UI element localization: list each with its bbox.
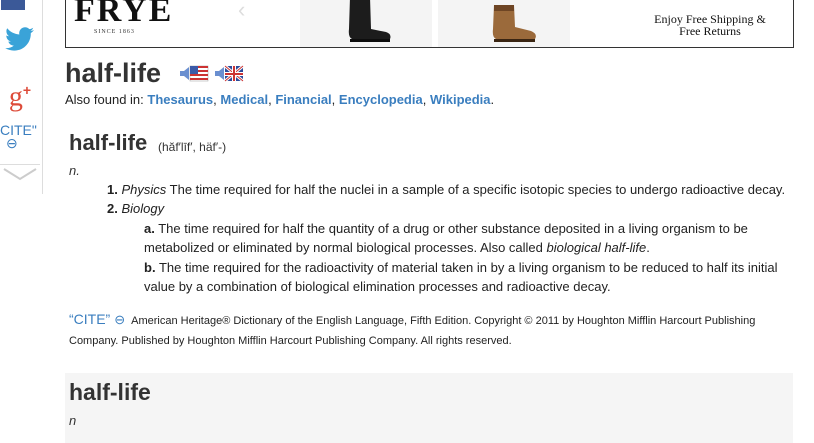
ad-brand-since: SINCE 1863 xyxy=(94,29,135,35)
gplus-share-button[interactable]: g+ xyxy=(0,76,40,113)
entry-pronunciation: (hăf′līf′, häf′-) xyxy=(158,140,227,154)
entry-2: half-life n xyxy=(65,373,793,443)
link-icon[interactable]: ⊖ xyxy=(114,312,125,327)
facebook-icon xyxy=(1,0,25,10)
share-sidebar: g+ CITE" ⊖ xyxy=(0,0,43,194)
citation: “CITE” ⊖ American Heritage® Dictionary of … xyxy=(69,309,779,351)
also-link-encyclopedia[interactable]: Encyclopedia xyxy=(339,92,423,107)
entry-part-of-speech: n. xyxy=(69,163,80,178)
us-audio-button[interactable] xyxy=(180,65,209,82)
citation-text: American Heritage® Dictionary of the Eng… xyxy=(69,315,756,347)
more-share-button[interactable] xyxy=(0,164,40,189)
ad-banner[interactable]: FRYE SINCE 1863 ‹ Enjoy Free Shipping & … xyxy=(65,0,794,48)
pronunciation-audio-group xyxy=(180,64,244,83)
subdefinition-text: The time required for half the quantity … xyxy=(144,221,748,255)
entry-2-part-of-speech: n xyxy=(69,413,77,428)
definition-text: The time required for half the nuclei in… xyxy=(169,182,786,197)
also-found-label: Also found in: xyxy=(65,92,144,107)
ad-brand-logo: FRYE xyxy=(74,0,174,29)
entry-2-headword: half-life xyxy=(69,379,151,405)
cite-share-button[interactable]: CITE" ⊖ xyxy=(0,122,40,151)
page-headword: half-life xyxy=(65,58,162,88)
entry-headword: half-life xyxy=(69,130,148,155)
definition-1: 1. Physics The time required for half th… xyxy=(107,180,797,199)
also-found-in: Also found in: Thesaurus, Medical, Finan… xyxy=(65,92,495,107)
subdefinition-letter: b. xyxy=(144,260,156,275)
subdefinition-a: a. The time required for half the quanti… xyxy=(144,219,784,257)
cite-button[interactable]: “CITE” xyxy=(69,311,110,327)
also-link-financial[interactable]: Financial xyxy=(275,92,331,107)
us-flag-speaker-icon xyxy=(180,65,209,82)
link-icon: ⊖ xyxy=(6,135,18,151)
also-link-medical[interactable]: Medical xyxy=(220,92,268,107)
definition-field: Physics xyxy=(121,182,167,197)
subdefinition-text: The time required for the radioactivity … xyxy=(144,260,778,294)
subdefinition-b: b. The time required for the radioactivi… xyxy=(144,258,784,296)
twitter-icon xyxy=(5,27,34,51)
definition-number: 1. xyxy=(107,182,118,197)
also-link-thesaurus[interactable]: Thesaurus xyxy=(147,92,213,107)
boot-image xyxy=(492,5,536,42)
facebook-share-button[interactable] xyxy=(0,0,40,12)
subdefinition-letter: a. xyxy=(144,221,155,236)
definition-number: 2. xyxy=(107,201,118,216)
chevron-down-icon xyxy=(3,168,37,181)
also-link-wikipedia[interactable]: Wikipedia xyxy=(430,92,491,107)
ad-shipping-line2: Free Returns xyxy=(679,24,741,38)
definition-2: 2. Biology xyxy=(107,199,797,218)
uk-flag-speaker-icon xyxy=(215,64,244,83)
gplus-icon: g+ xyxy=(8,81,32,113)
ad-product-boot-brown[interactable] xyxy=(438,0,570,47)
subdefinition-term: biological half-life xyxy=(546,240,647,255)
subdefinition-punct: . xyxy=(646,240,650,255)
ad-product-boot-black[interactable] xyxy=(300,0,432,47)
boot-image xyxy=(348,0,391,42)
ad-prev-arrow-icon[interactable]: ‹ xyxy=(238,0,245,23)
definition-field: Biology xyxy=(121,201,165,216)
twitter-share-button[interactable] xyxy=(0,27,40,55)
uk-audio-button[interactable] xyxy=(215,64,244,83)
ad-shipping-text: Enjoy Free Shipping & Free Returns xyxy=(630,13,790,37)
